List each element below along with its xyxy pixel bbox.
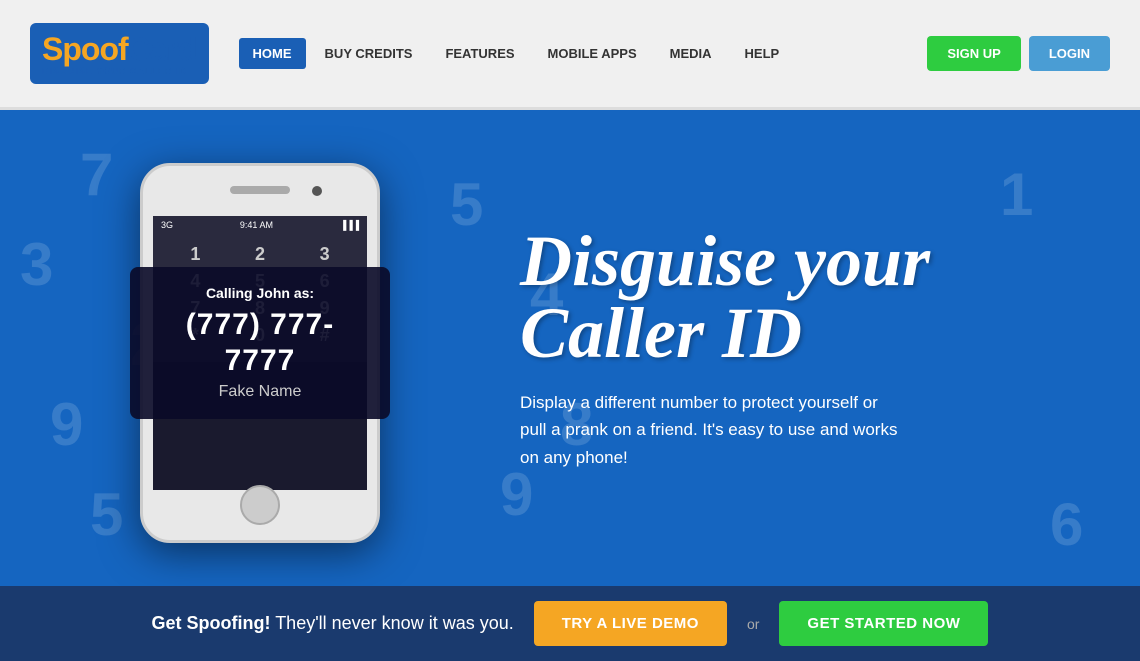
phone-speaker — [230, 186, 290, 194]
bg-num-8: 4 — [530, 260, 563, 329]
header: SpoofCard Disguise your caller ID HOME B… — [0, 0, 1140, 110]
logo-tagline: Disguise your caller ID — [42, 66, 197, 76]
login-button[interactable]: LOGIN — [1029, 36, 1110, 71]
nav-home[interactable]: HOME — [239, 38, 306, 69]
bg-num-9: 8 — [560, 390, 593, 459]
bg-num-11: 6 — [1050, 490, 1083, 559]
calling-overlay: Calling John as: (777) 777-7777 Fake Nam… — [130, 267, 390, 419]
spoofing-bold: Get Spoofing! — [152, 613, 271, 633]
get-started-button[interactable]: GET STARTED NOW — [779, 601, 988, 646]
logo-spoof: Spoof — [42, 31, 128, 67]
nav-buy-credits[interactable]: BUY CREDITS — [311, 38, 427, 69]
logo-card: Card — [128, 31, 197, 67]
key-3: 3 — [310, 244, 340, 265]
nav-features[interactable]: FEATURES — [431, 38, 528, 69]
logo-box: SpoofCard Disguise your caller ID — [30, 23, 209, 84]
calling-name: Fake Name — [160, 383, 360, 401]
phone-battery: ▐▐▐ — [340, 220, 359, 230]
bg-num-10: 1 — [1000, 160, 1033, 229]
calling-number: (777) 777-7777 — [160, 307, 360, 379]
auth-buttons: SIGN UP LOGIN — [927, 36, 1110, 71]
key-1: 1 — [180, 244, 210, 265]
logo: SpoofCard — [42, 31, 197, 68]
spoofing-text: Get Spoofing! They'll never know it was … — [152, 613, 514, 634]
key-2: 2 — [245, 244, 275, 265]
logo-wrapper: SpoofCard Disguise your caller ID — [42, 31, 197, 76]
phone-time: 9:41 AM — [240, 220, 273, 230]
or-label: or — [747, 616, 759, 632]
phone-signal: 3G — [161, 220, 173, 230]
phone-home-button — [240, 485, 280, 525]
hero-section: 7 3 9 5 2 5 9 4 8 1 6 3G 9:41 AM ▐▐▐ — [0, 110, 1140, 586]
calling-label: Calling John as: — [160, 285, 360, 301]
try-demo-button[interactable]: TRY A LIVE DEMO — [534, 601, 727, 646]
spoofing-normal: They'll never know it was you. — [275, 613, 514, 633]
signup-button[interactable]: SIGN UP — [927, 36, 1020, 71]
nav-mobile-apps[interactable]: MOBILE APPS — [534, 38, 651, 69]
phone-wrapper: 3G 9:41 AM ▐▐▐ 1 2 3 4 5 6 — [110, 143, 410, 543]
logo-container: SpoofCard Disguise your caller ID — [30, 23, 209, 84]
keypad-row-1: 1 2 3 — [163, 244, 357, 265]
phone-camera — [312, 186, 322, 196]
nav-media[interactable]: MEDIA — [656, 38, 726, 69]
phone-status-bar: 3G 9:41 AM ▐▐▐ — [153, 216, 367, 234]
nav-help[interactable]: HELP — [731, 38, 794, 69]
hero-left: 3G 9:41 AM ▐▐▐ 1 2 3 4 5 6 — [0, 110, 520, 586]
main-nav: HOME BUY CREDITS FEATURES MOBILE APPS ME… — [239, 38, 928, 69]
bottom-bar: Get Spoofing! They'll never know it was … — [0, 586, 1140, 661]
